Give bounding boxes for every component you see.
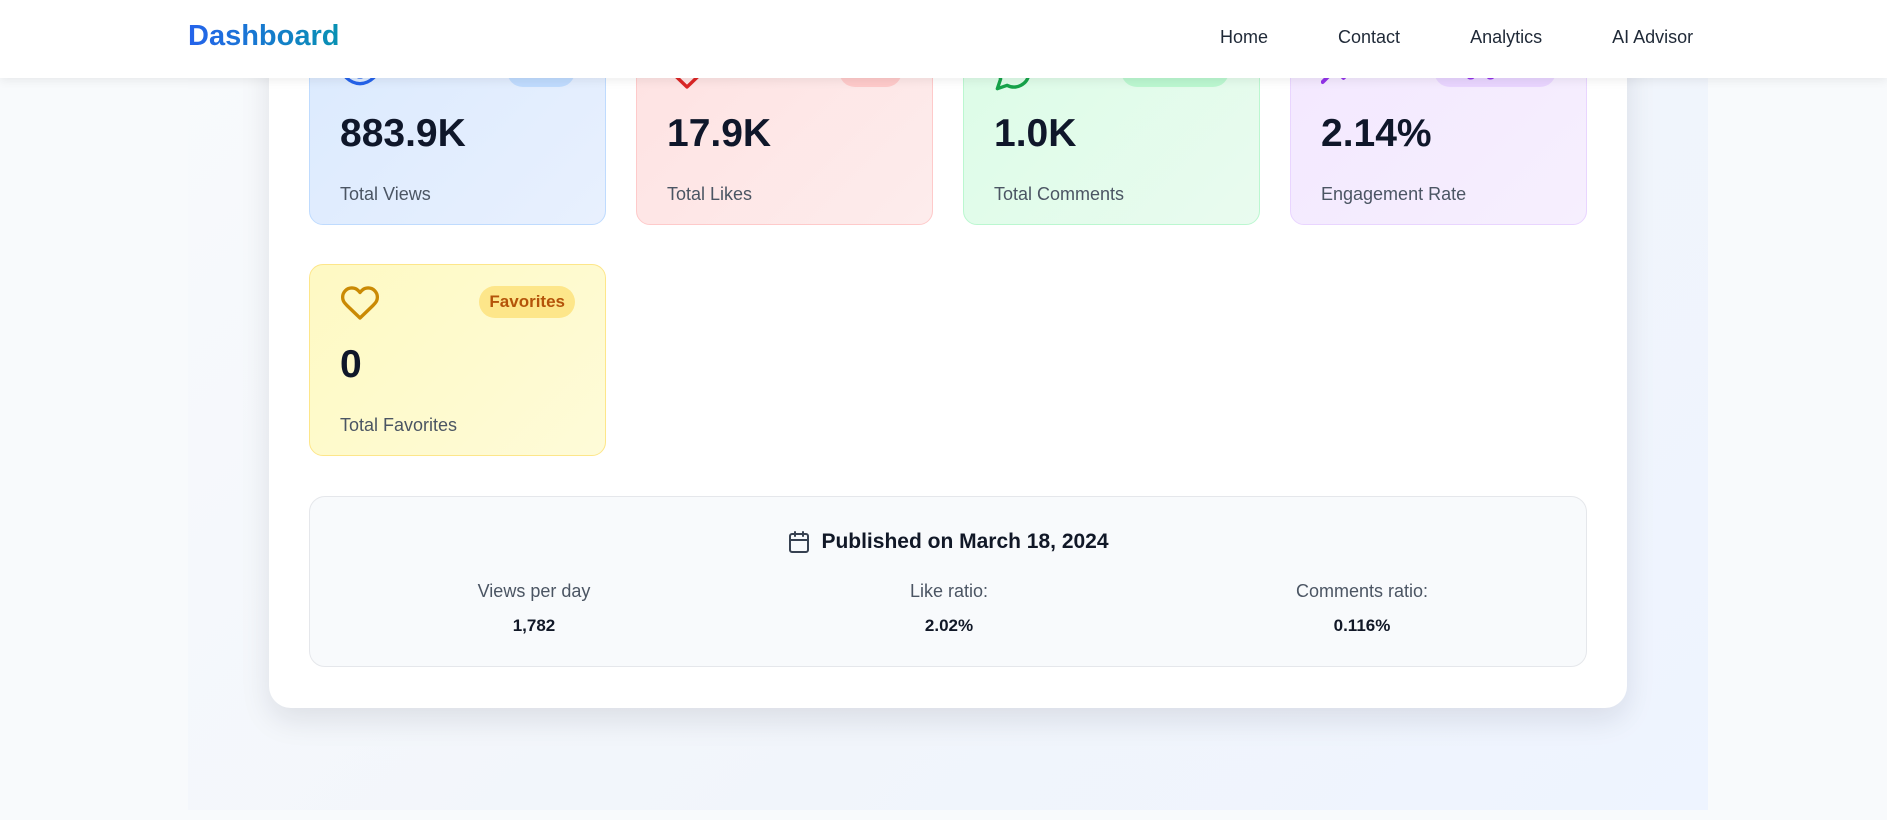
brand-logo[interactable]: Dashboard	[188, 20, 339, 53]
stat-label: Engagement Rate	[1321, 184, 1467, 204]
nav-link-contact[interactable]: Contact	[1338, 27, 1400, 48]
stat-badge: Favorites	[479, 286, 575, 318]
stat-label: Total Views	[340, 184, 431, 204]
metric-label: Like ratio:	[909, 581, 989, 601]
nav-link-ai-advisor[interactable]: AI Advisor	[1612, 27, 1693, 48]
stat-label: Total Likes	[667, 184, 753, 204]
metric-like-ratio: Like ratio: 2.02%	[799, 581, 1099, 636]
video-stats-card: Views 883.9K Total Views Likes 17.9K Tot…	[269, 30, 1627, 708]
stat-value: 883.9K	[340, 112, 466, 155]
stat-label: Total Favorites	[340, 415, 458, 435]
metric-value: 1,782	[512, 616, 556, 635]
metric-value: 0.116%	[1333, 616, 1391, 635]
metric-label: Views per day	[477, 581, 591, 601]
navbar: Dashboard Home Contact Analytics AI Advi…	[0, 0, 1887, 78]
published-date: Published on March 18, 2024	[821, 530, 1109, 553]
published-header: Published on March 18, 2024	[310, 529, 1586, 555]
stat-card-favorites: Favorites 0 Total Favorites	[309, 264, 606, 456]
published-summary: Published on March 18, 2024 Views per da…	[309, 496, 1587, 667]
nav-link-analytics[interactable]: Analytics	[1470, 27, 1542, 48]
heart-icon	[340, 286, 380, 320]
nav-links: Home Contact Analytics AI Advisor	[1220, 27, 1693, 48]
nav-link-home[interactable]: Home	[1220, 27, 1268, 48]
stat-value: 0	[340, 343, 362, 386]
stat-value: 2.14%	[1321, 112, 1432, 155]
calendar-icon	[789, 531, 810, 553]
metric-value: 2.02%	[924, 616, 974, 635]
metric-views-per-day: Views per day 1,782	[384, 581, 684, 636]
stat-value: 1.0K	[994, 112, 1077, 155]
stat-value: 17.9K	[667, 112, 772, 155]
stat-label: Total Comments	[994, 184, 1125, 204]
metric-label: Comments ratio:	[1295, 581, 1429, 601]
metric-comments-ratio: Comments ratio: 0.116%	[1212, 581, 1512, 636]
